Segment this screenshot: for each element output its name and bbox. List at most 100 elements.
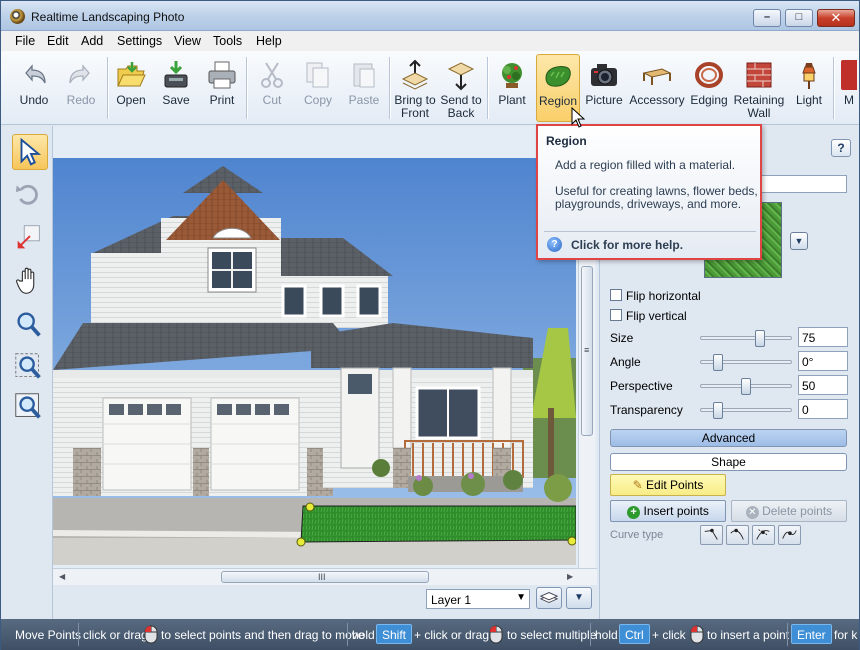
copy-button[interactable]: Copy bbox=[297, 54, 339, 122]
close-button[interactable]: ✕ bbox=[817, 9, 855, 27]
size-value-field[interactable]: 75 bbox=[798, 327, 848, 347]
menu-help[interactable]: Help bbox=[256, 34, 282, 48]
minimize-button[interactable]: – bbox=[753, 9, 781, 27]
perspective-slider-thumb[interactable] bbox=[741, 378, 751, 395]
transparency-value-field[interactable]: 0 bbox=[798, 399, 848, 419]
edging-button[interactable]: Edging bbox=[687, 54, 731, 122]
menu-add[interactable]: Add bbox=[81, 34, 103, 48]
layer-select[interactable]: Layer 1 ▼ bbox=[426, 589, 530, 609]
status-text: hold bbox=[595, 628, 618, 642]
house-photo-image bbox=[53, 158, 576, 565]
perspective-slider[interactable] bbox=[700, 378, 792, 395]
perspective-value-field[interactable]: 50 bbox=[798, 375, 848, 395]
undo-icon bbox=[25, 64, 46, 84]
light-button[interactable]: Light bbox=[788, 54, 830, 122]
curve-type-straight-button[interactable] bbox=[700, 525, 723, 545]
curve-type-spline-button[interactable] bbox=[778, 525, 801, 545]
angle-value-field[interactable]: 0° bbox=[798, 351, 848, 371]
vertical-scroll-thumb[interactable]: ≡ bbox=[581, 266, 593, 436]
resize-tool[interactable] bbox=[12, 220, 48, 256]
toolbar-separator bbox=[833, 57, 834, 119]
menu-file[interactable]: File bbox=[15, 34, 35, 48]
vertical-grip: ≡ bbox=[584, 345, 590, 355]
redo-icon bbox=[69, 64, 90, 84]
zoom-window-tool[interactable] bbox=[12, 390, 48, 426]
accessory-button[interactable]: Accessory bbox=[629, 54, 685, 122]
hand-icon bbox=[15, 267, 35, 294]
help-button[interactable]: ? bbox=[831, 139, 851, 157]
copy-icon bbox=[306, 62, 329, 88]
picture-button[interactable]: Picture bbox=[582, 54, 626, 122]
tooltip-help-link[interactable]: Click for more help. bbox=[571, 238, 683, 252]
menu-edit[interactable]: Edit bbox=[47, 34, 69, 48]
layer-menu-button[interactable]: ▼ bbox=[566, 587, 592, 609]
angle-slider-thumb[interactable] bbox=[713, 354, 723, 371]
more-button[interactable]: M bbox=[837, 54, 857, 122]
rotate-tool[interactable] bbox=[12, 178, 48, 214]
cut-button[interactable]: Cut bbox=[251, 54, 293, 122]
layers-button[interactable] bbox=[536, 587, 562, 609]
perspective-label: Perspective bbox=[610, 379, 673, 393]
menu-tools[interactable]: Tools bbox=[213, 34, 242, 48]
size-slider[interactable] bbox=[700, 330, 792, 347]
status-text: + click bbox=[652, 628, 686, 642]
picture-label: Picture bbox=[585, 93, 623, 107]
material-dropdown-button[interactable]: ▼ bbox=[790, 232, 808, 250]
status-separator bbox=[590, 623, 591, 646]
send-to-back-button[interactable]: Send to Back bbox=[438, 54, 484, 122]
design-canvas[interactable]: ≡ bbox=[53, 126, 597, 584]
mouse-cursor-icon bbox=[571, 107, 586, 128]
bring-to-front-button[interactable]: Bring to Front bbox=[393, 54, 437, 122]
accessory-label: Accessory bbox=[629, 93, 685, 107]
copy-label: Copy bbox=[303, 93, 332, 107]
retaining-wall-button[interactable]: Retaining Wall bbox=[733, 54, 785, 122]
scroll-left-icon[interactable]: ◀ bbox=[59, 572, 65, 581]
paste-button[interactable]: Paste bbox=[343, 54, 385, 122]
horizontal-grip: III bbox=[318, 572, 326, 582]
transparency-slider-thumb[interactable] bbox=[713, 402, 723, 419]
menu-view[interactable]: View bbox=[174, 34, 201, 48]
flip-vertical-checkbox[interactable] bbox=[610, 309, 622, 321]
region-tooltip: Region Add a region filled with a materi… bbox=[536, 124, 762, 260]
horizontal-scrollbar[interactable]: ◀ III ▶ bbox=[53, 568, 597, 585]
size-slider-thumb[interactable] bbox=[755, 330, 765, 347]
status-text: to insert a point bbox=[707, 628, 790, 642]
menu-settings[interactable]: Settings bbox=[117, 34, 162, 48]
zoom-fit-tool[interactable] bbox=[12, 350, 48, 386]
plant-button[interactable]: Plant bbox=[490, 54, 534, 122]
zoom-tool[interactable] bbox=[12, 308, 48, 344]
arrow-pointer-icon bbox=[20, 137, 42, 166]
print-button[interactable]: Print bbox=[200, 54, 244, 122]
angle-slider[interactable] bbox=[700, 354, 792, 371]
main-toolbar: Undo Redo Open Save Print Cut Copy Paste… bbox=[1, 51, 859, 125]
scroll-right-icon[interactable]: ▶ bbox=[567, 572, 573, 581]
region-icon bbox=[545, 65, 571, 87]
maximize-button[interactable]: □ bbox=[785, 9, 813, 27]
chevron-down-icon: ▼ bbox=[516, 592, 526, 603]
open-button[interactable]: Open bbox=[109, 54, 153, 122]
flip-horizontal-checkbox[interactable] bbox=[610, 289, 622, 301]
house-photo[interactable] bbox=[53, 158, 576, 565]
printer-icon bbox=[208, 61, 236, 89]
insert-points-button[interactable]: + Insert points bbox=[610, 500, 726, 522]
undo-button[interactable]: Undo bbox=[11, 54, 57, 122]
bring-to-front-label: Bring to Front bbox=[393, 94, 437, 120]
curve-type-smooth-button[interactable] bbox=[726, 525, 749, 545]
light-label: Light bbox=[795, 93, 823, 107]
edit-points-button[interactable]: ✎ Edit Points bbox=[610, 474, 726, 496]
redo-button[interactable]: Redo bbox=[58, 54, 104, 122]
transparency-slider[interactable] bbox=[700, 402, 792, 419]
save-button[interactable]: Save bbox=[155, 54, 197, 122]
horizontal-scroll-thumb[interactable]: III bbox=[221, 571, 429, 583]
paste-label: Paste bbox=[348, 93, 380, 107]
select-tool[interactable] bbox=[12, 134, 48, 170]
pan-tool[interactable] bbox=[12, 264, 48, 300]
curve-type-bezier-button[interactable] bbox=[752, 525, 775, 545]
toolbar-separator bbox=[487, 57, 488, 119]
resize-icon bbox=[17, 225, 40, 249]
delete-points-button[interactable]: ✕ Delete points bbox=[731, 500, 847, 522]
shape-section-header[interactable]: Shape bbox=[610, 453, 847, 471]
curve-spline-icon bbox=[782, 530, 797, 539]
flip-vertical-label: Flip vertical bbox=[626, 309, 687, 323]
advanced-button[interactable]: Advanced bbox=[610, 429, 847, 447]
